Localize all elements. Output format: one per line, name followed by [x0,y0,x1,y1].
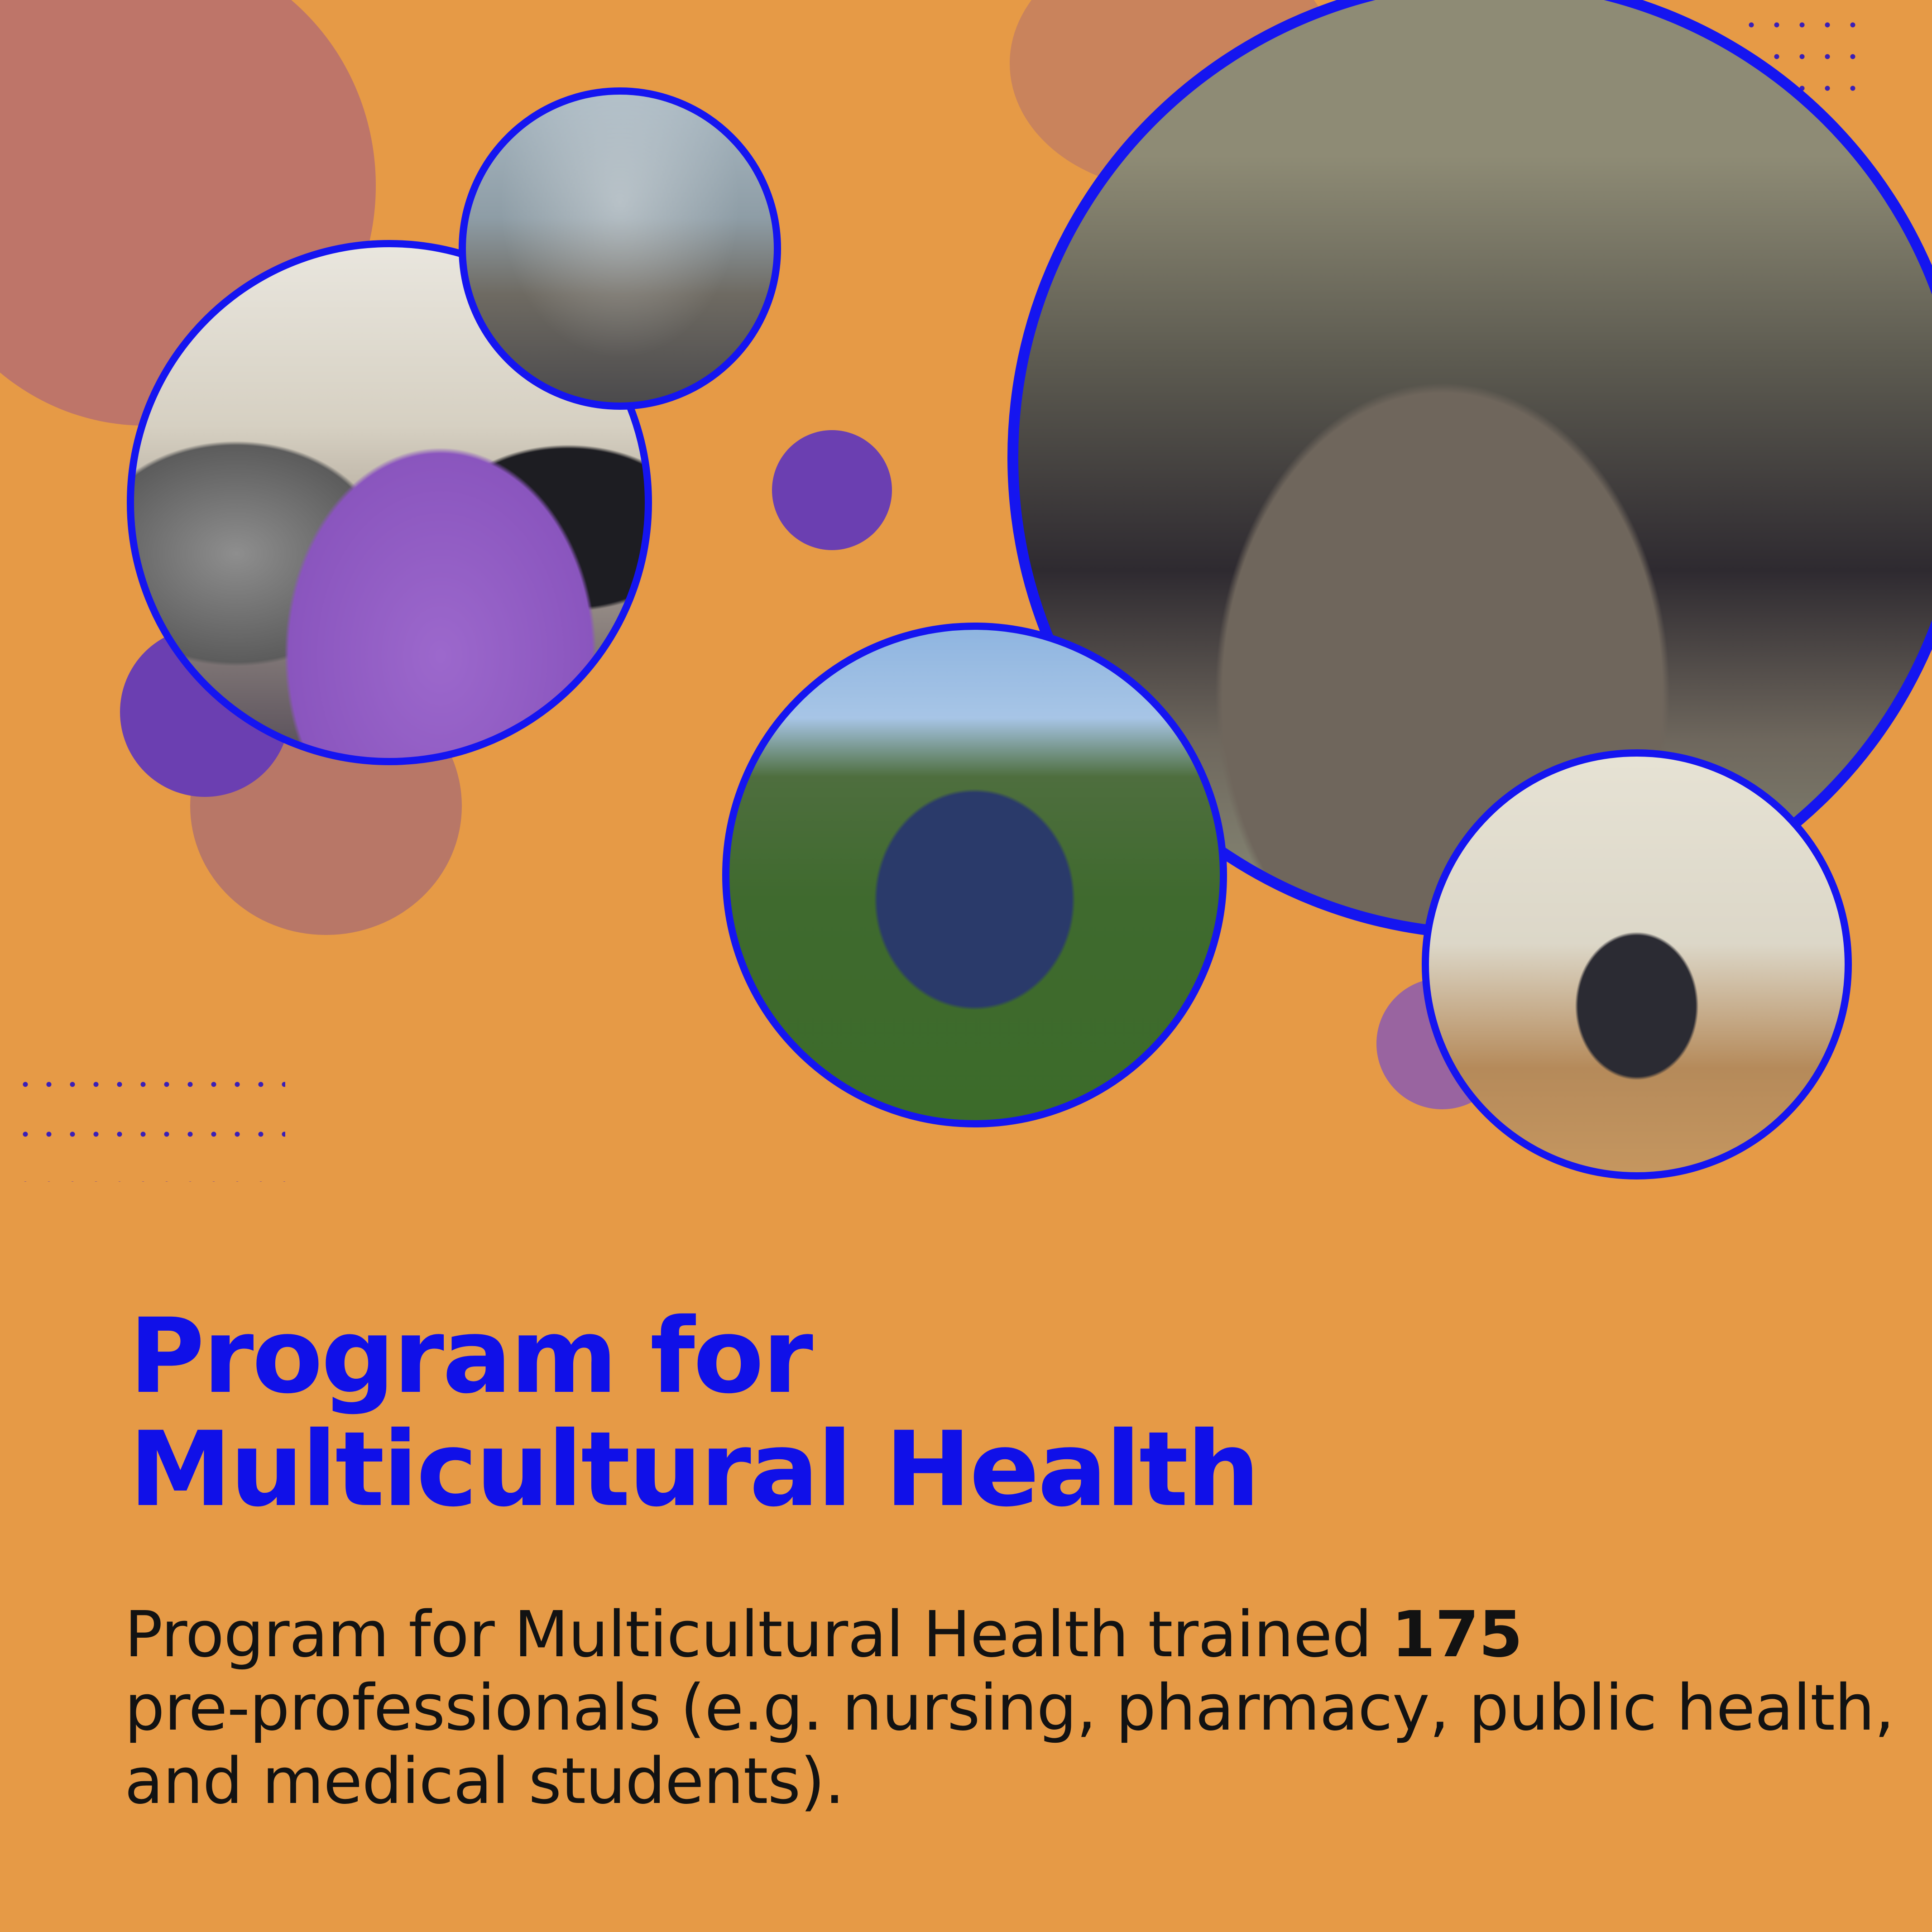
trained-count: 175 [1391,1598,1523,1672]
women-in-navy-and-yellow-outdoors-photo [722,623,1227,1127]
description-line-1: Program for Multicultural Health trained… [125,1598,1845,1672]
description-paragraph: Program for Multicultural Health trained… [125,1598,1894,1818]
women-with-donated-bags-photo [1422,749,1852,1179]
infographic-canvas: Program for Multicultural Health Program… [0,0,1932,1932]
description-lead-text: Program for Multicultural Health trained [125,1598,1391,1672]
decorative-circle-purple-center [772,430,892,550]
description-line-2: pre-professionals (e.g. nursing, pharmac… [125,1671,1894,1745]
page-title: Program for Multicultural Health [129,1296,1260,1529]
description-line-3: and medical students). [125,1745,845,1818]
title-line-2: Multicultural Health [129,1409,1260,1529]
title-line-1: Program for [129,1296,813,1416]
dot-grid-left [14,1059,285,1182]
students-watching-presentation-photo [459,87,781,410]
